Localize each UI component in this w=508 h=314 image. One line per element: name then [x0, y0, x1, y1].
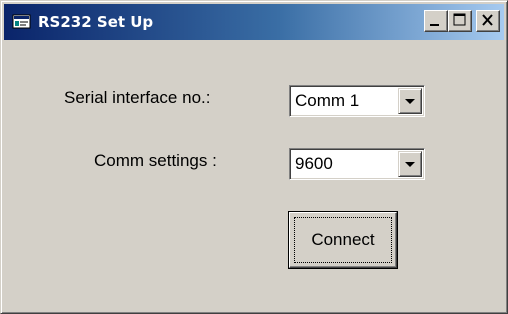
title-bar[interactable]: RS232 Set Up: [4, 4, 504, 40]
comm-settings-select[interactable]: 9600: [289, 148, 425, 180]
rs232-setup-window: RS232 Set Up Serial interface no.: Comm …: [0, 0, 508, 314]
minimize-icon: [430, 24, 439, 26]
comm-settings-value: 9600: [295, 154, 333, 173]
minimize-button[interactable]: [424, 10, 448, 32]
window-title: RS232 Set Up: [38, 13, 154, 31]
close-button[interactable]: [476, 10, 500, 32]
chevron-down-icon: [405, 162, 415, 167]
app-window-icon: [12, 13, 32, 31]
connect-button[interactable]: Connect: [288, 211, 398, 269]
serial-interface-label: Serial interface no.:: [64, 88, 211, 107]
comm-settings-dropdown-button[interactable]: [398, 151, 422, 177]
maximize-button[interactable]: [448, 10, 472, 32]
close-icon: [482, 14, 493, 26]
serial-interface-select[interactable]: Comm 1: [289, 85, 425, 117]
comm-settings-label: Comm settings :: [94, 151, 217, 170]
connect-button-label: Connect: [311, 230, 375, 249]
serial-interface-value: Comm 1: [295, 91, 360, 110]
maximize-icon: [453, 13, 466, 26]
serial-interface-dropdown-button[interactable]: [398, 88, 422, 114]
chevron-down-icon: [405, 99, 415, 104]
